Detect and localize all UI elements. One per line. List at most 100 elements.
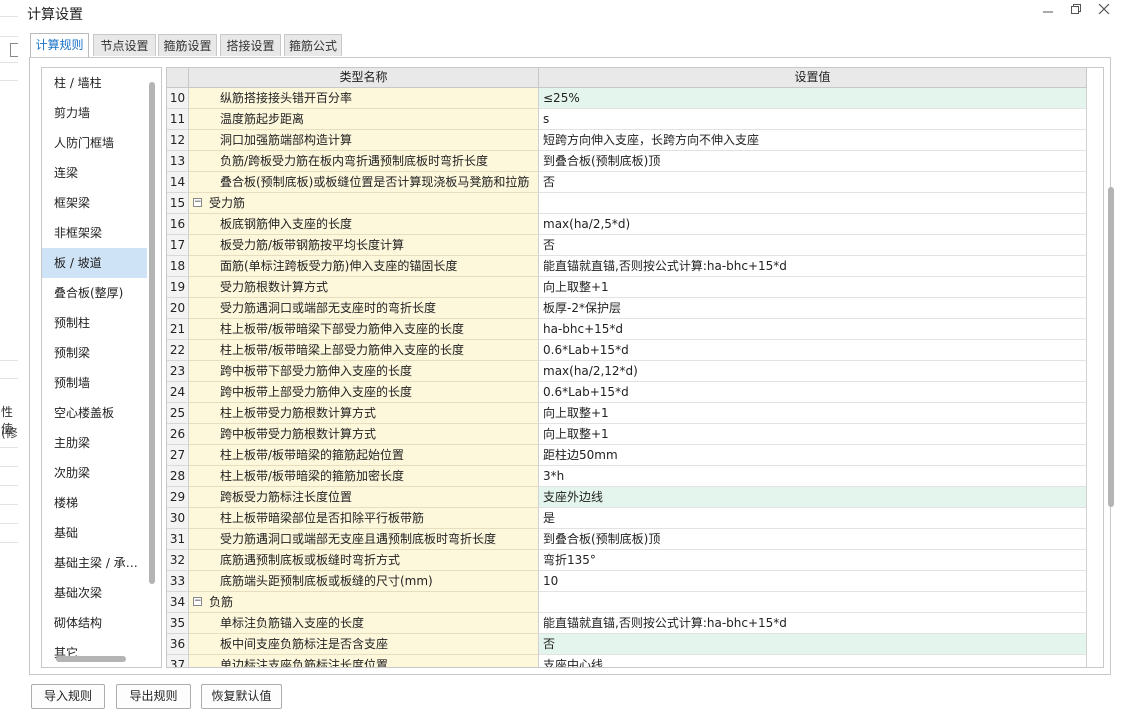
setting-value-cell[interactable]: 支座中心线 <box>539 655 1087 667</box>
left-list-horizontal-scrollbar[interactable] <box>56 656 126 662</box>
grid-row[interactable]: 19 受力筋根数计算方式 向上取整+1 <box>167 277 1087 298</box>
tab-stirrup-formula[interactable]: 箍筋公式 <box>284 34 342 56</box>
component-list-item[interactable]: 板 / 坡道 <box>42 248 147 278</box>
type-name-text: 面筋(单标注跨板受力筋)伸入支座的锚固长度 <box>220 259 458 273</box>
grid-row[interactable]: 32 底筋遇预制底板或板缝时弯折方式 弯折135° <box>167 550 1087 571</box>
grid-row[interactable]: 35 单标注负筋锚入支座的长度 能直锚就直锚,否则按公式计算:ha-bhc+15*d <box>167 613 1087 634</box>
grid-row[interactable]: 12 洞口加强筋端部构造计算 短跨方向伸入支座，长跨方向不伸入支座 <box>167 130 1087 151</box>
export-rules-button[interactable]: 导出规则 <box>116 684 191 709</box>
grid-row[interactable]: 25 柱上板带受力筋根数计算方式 向上取整+1 <box>167 403 1087 424</box>
setting-value-cell[interactable]: 向上取整+1 <box>539 424 1087 445</box>
setting-value-cell[interactable]: ≤25% <box>539 88 1087 109</box>
minimize-button[interactable] <box>1036 2 1060 22</box>
component-list-item[interactable]: 楼梯 <box>42 488 147 518</box>
type-name-cell: 柱上板带/板带暗梁下部受力筋伸入支座的长度 <box>189 319 539 340</box>
component-list-item[interactable]: 非框架梁 <box>42 218 147 248</box>
setting-value-cell[interactable]: 否 <box>539 634 1087 655</box>
grid-row[interactable]: 36 板中间支座负筋标注是否含支座 否 <box>167 634 1087 655</box>
restore-window-button[interactable] <box>1064 2 1088 22</box>
tab-lap-settings[interactable]: 搭接设置 <box>220 34 281 56</box>
type-name-cell: 跨中板带受力筋根数计算方式 <box>189 424 539 445</box>
component-list-item[interactable]: 人防门框墙 <box>42 128 147 158</box>
grid-group-row[interactable]: 34− 负筋 <box>167 592 1087 613</box>
setting-value-cell[interactable]: 否 <box>539 235 1087 256</box>
grid-row[interactable]: 14 叠合板(预制底板)或板缝位置是否计算现浇板马凳筋和拉筋否 <box>167 172 1087 193</box>
component-list-item[interactable]: 剪力墙 <box>42 98 147 128</box>
setting-value-cell[interactable]: 板厚-2*保护层 <box>539 298 1087 319</box>
component-list-item[interactable]: 框架梁 <box>42 188 147 218</box>
setting-value-cell[interactable]: ha-bhc+15*d <box>539 319 1087 340</box>
setting-value-cell[interactable]: 3*h <box>539 466 1087 487</box>
grid-group-row[interactable]: 15− 受力筋 <box>167 193 1087 214</box>
setting-value-cell[interactable]: 短跨方向伸入支座，长跨方向不伸入支座 <box>539 130 1087 151</box>
title-bar: 计算设置 <box>18 0 1123 28</box>
setting-value-cell[interactable]: 支座外边线 <box>539 487 1087 508</box>
type-name-cell: 板中间支座负筋标注是否含支座 <box>189 634 539 655</box>
left-list-vertical-scrollbar[interactable] <box>149 82 155 584</box>
grid-row[interactable]: 31 受力筋遇洞口或端部无支座且遇预制底板时弯折长度 到叠合板(预制底板)顶 <box>167 529 1087 550</box>
setting-value-cell[interactable]: 向上取整+1 <box>539 277 1087 298</box>
grid-row[interactable]: 22 柱上板带/板带暗梁上部受力筋伸入支座的长度 0.6*Lab+15*d <box>167 340 1087 361</box>
setting-value-cell[interactable]: 向上取整+1 <box>539 403 1087 424</box>
component-list-item[interactable]: 主肋梁 <box>42 428 147 458</box>
setting-value-cell[interactable]: max(ha/2,12*d) <box>539 361 1087 382</box>
setting-value-cell[interactable]: 能直锚就直锚,否则按公式计算:ha-bhc+15*d <box>539 256 1087 277</box>
collapse-minus-icon[interactable]: − <box>193 198 202 207</box>
tab-node-settings[interactable]: 节点设置 <box>93 34 156 56</box>
grid-row[interactable]: 11 温度筋起步距离 s <box>167 109 1087 130</box>
component-list-item[interactable]: 次肋梁 <box>42 458 147 488</box>
component-list-item[interactable]: 柱 / 墙柱 <box>42 68 147 98</box>
grid-row[interactable]: 13 负筋/跨板受力筋在板内弯折遇预制底板时弯折长度 到叠合板(预制底板)顶 <box>167 151 1087 172</box>
grid-row[interactable]: 18 面筋(单标注跨板受力筋)伸入支座的锚固长度 能直锚就直锚,否则按公式计算:ha… <box>167 256 1087 277</box>
close-button[interactable] <box>1092 2 1116 22</box>
component-list-item[interactable]: 叠合板(整厚) <box>42 278 147 308</box>
setting-value-cell[interactable]: 到叠合板(预制底板)顶 <box>539 151 1087 172</box>
setting-value-cell[interactable]: 能直锚就直锚,否则按公式计算:ha-bhc+15*d <box>539 613 1087 634</box>
setting-value-cell[interactable]: max(ha/2,5*d) <box>539 214 1087 235</box>
tab-stirrup-settings[interactable]: 箍筋设置 <box>158 34 217 56</box>
component-list-item[interactable]: 连梁 <box>42 158 147 188</box>
grid-row[interactable]: 29 跨板受力筋标注长度位置 支座外边线 <box>167 487 1087 508</box>
grid-vertical-scrollbar[interactable] <box>1106 67 1115 666</box>
grid-row[interactable]: 37 单边标注支座负筋标注长度位置 支座中心线 <box>167 655 1087 667</box>
component-list-item[interactable]: 空心楼盖板 <box>42 398 147 428</box>
grid-row[interactable]: 16 板底钢筋伸入支座的长度 max(ha/2,5*d) <box>167 214 1087 235</box>
grid-row[interactable]: 23 跨中板带下部受力筋伸入支座的长度 max(ha/2,12*d) <box>167 361 1087 382</box>
grid-row[interactable]: 28 柱上板带/板带暗梁的箍筋加密长度 3*h <box>167 466 1087 487</box>
component-type-list[interactable]: 其它 砌体结构 基础次梁 基础主梁 / 承台梁 基础 楼梯 次肋梁 主肋梁 空心楼盖板 预制墙 预制… <box>41 67 162 668</box>
collapse-minus-icon[interactable]: − <box>193 597 202 606</box>
component-list-item[interactable]: 基础次梁 <box>42 578 147 608</box>
component-list-item[interactable]: 基础主梁 / 承台梁 <box>42 548 147 578</box>
setting-value-cell[interactable]: s <box>539 109 1087 130</box>
setting-value-cell[interactable]: 10 <box>539 571 1087 592</box>
type-name-text: 跨中板带受力筋根数计算方式 <box>220 427 377 441</box>
grid-row[interactable]: 10 纵筋搭接接头错开百分率 ≤25% <box>167 88 1087 109</box>
grid-row[interactable]: 24 跨中板带上部受力筋伸入支座的长度 0.6*Lab+15*d <box>167 382 1087 403</box>
component-list-item[interactable]: 其它 <box>42 638 147 667</box>
setting-value-cell[interactable]: 否 <box>539 172 1087 193</box>
grid-scroll-thumb[interactable] <box>1108 187 1114 507</box>
setting-value-cell[interactable]: 到叠合板(预制底板)顶 <box>539 529 1087 550</box>
type-name-text: 受力筋遇洞口或端部无支座时的弯折长度 <box>220 301 437 315</box>
component-list-item[interactable]: 基础 <box>42 518 147 548</box>
group-name-cell: − 负筋 <box>189 592 539 613</box>
setting-value-cell[interactable]: 弯折135° <box>539 550 1087 571</box>
component-list-item[interactable]: 预制墙 <box>42 368 147 398</box>
grid-row[interactable]: 30 柱上板带暗梁部位是否扣除平行板带筋 是 <box>167 508 1087 529</box>
setting-value-cell[interactable]: 0.6*Lab+15*d <box>539 382 1087 403</box>
grid-row[interactable]: 33 底筋端头距预制底板或板缝的尺寸(mm) 10 <box>167 571 1087 592</box>
grid-row[interactable]: 27 柱上板带/板带暗梁的箍筋起始位置 距柱边50mm <box>167 445 1087 466</box>
component-list-item[interactable]: 预制柱 <box>42 308 147 338</box>
tab-calc-rules[interactable]: 计算规则 <box>30 33 89 57</box>
setting-value-cell[interactable]: 0.6*Lab+15*d <box>539 340 1087 361</box>
setting-value-cell[interactable]: 距柱边50mm <box>539 445 1087 466</box>
setting-value-cell[interactable]: 是 <box>539 508 1087 529</box>
grid-row[interactable]: 21 柱上板带/板带暗梁下部受力筋伸入支座的长度 ha-bhc+15*d <box>167 319 1087 340</box>
component-list-item[interactable]: 预制梁 <box>42 338 147 368</box>
grid-row[interactable]: 20 受力筋遇洞口或端部无支座时的弯折长度 板厚-2*保护层 <box>167 298 1087 319</box>
component-list-item[interactable]: 砌体结构 <box>42 608 147 638</box>
grid-row[interactable]: 17 板受力筋/板带钢筋按平均长度计算 否 <box>167 235 1087 256</box>
import-rules-button[interactable]: 导入规则 <box>31 684 105 709</box>
grid-row[interactable]: 26 跨中板带受力筋根数计算方式 向上取整+1 <box>167 424 1087 445</box>
restore-defaults-button[interactable]: 恢复默认值 <box>201 684 282 709</box>
